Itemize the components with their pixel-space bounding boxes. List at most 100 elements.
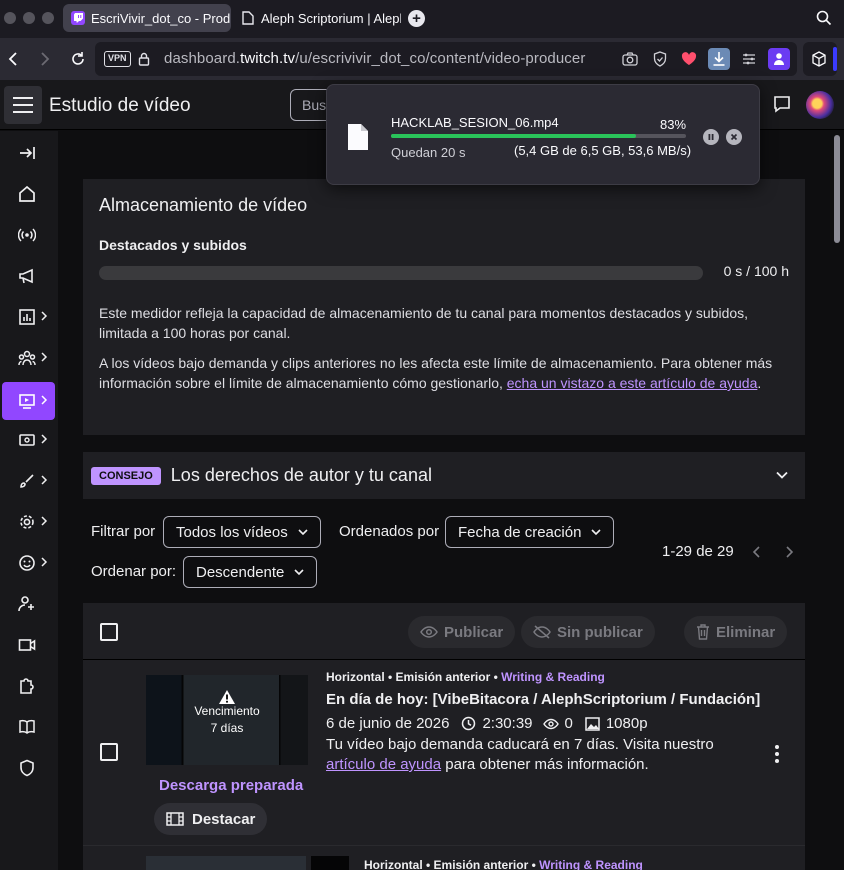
video-list: Publicar Sin publicar Eliminar Vencimien…: [83, 603, 805, 870]
image-quality-icon: [585, 716, 600, 731]
puzzle-icon: [20, 678, 34, 694]
scrollbar-thumb[interactable]: [834, 135, 840, 243]
url-bar[interactable]: VPN dashboard.twitch.tv/u/escrivivir_dot…: [95, 42, 797, 76]
sidebar-item-stream[interactable]: [2, 216, 55, 254]
browser-tab-bar: EscriVivir_dot_co - Prod Aleph Scriptori…: [0, 0, 844, 38]
forward-icon[interactable]: [35, 49, 55, 69]
order-dropdown[interactable]: Descendente: [183, 556, 318, 588]
expiry-line2: 7 días: [210, 721, 244, 735]
storage-note-end: .: [757, 375, 762, 391]
help-article-link[interactable]: echa un vistazo a este artículo de ayuda: [507, 375, 758, 391]
sort-dropdown[interactable]: Fecha de creación: [445, 516, 615, 548]
storage-card: Almacenamiento de vídeo Destacados y sub…: [83, 179, 805, 435]
eye-off-icon: [533, 625, 551, 639]
sidebar-item-settings[interactable]: [2, 503, 55, 541]
sidebar-item-camera[interactable]: [2, 626, 55, 664]
page-scrollbar[interactable]: [830, 131, 844, 870]
more-options-icon[interactable]: [775, 745, 779, 763]
sidebar-item-add-user[interactable]: [2, 585, 55, 623]
twitch-favicon-icon: [71, 11, 85, 25]
hamburger-menu-icon[interactable]: [4, 86, 42, 124]
sidebar-item-content[interactable]: [2, 382, 55, 420]
delete-button[interactable]: Eliminar: [684, 616, 788, 648]
megaphone-icon: [19, 268, 33, 284]
chevron-right-icon: [41, 475, 48, 485]
download-filename[interactable]: HACKLAB_SESION_06.mp4: [391, 115, 559, 130]
tab-search-icon[interactable]: [816, 10, 832, 29]
back-icon[interactable]: [3, 49, 23, 69]
window-zoom-dot[interactable]: [42, 12, 54, 24]
profile-extension-icon[interactable]: [768, 48, 790, 70]
whispers-icon[interactable]: [773, 95, 791, 116]
chevron-left-icon[interactable]: [752, 545, 762, 559]
menu-lines-icon[interactable]: [740, 50, 758, 68]
video-title[interactable]: En día de hoy: [VibeBitacora / AlephScri…: [326, 691, 760, 708]
video-meta: Horizontal • Emisión anterior • Writing …: [364, 858, 643, 870]
camera-icon[interactable]: [621, 50, 639, 68]
help-article-link[interactable]: artículo de ayuda: [326, 756, 441, 773]
video-date: 6 de junio de 2026: [326, 715, 450, 732]
sidebar-item-learn[interactable]: [2, 708, 55, 746]
shield-check-icon[interactable]: [651, 50, 669, 68]
sidebar-item-creator-tools[interactable]: [2, 462, 55, 500]
chevron-right-icon: [41, 395, 48, 405]
storage-title: Almacenamiento de vídeo: [99, 195, 308, 215]
sort-label: Ordenados por: [339, 523, 440, 540]
cube-icon: [812, 51, 826, 67]
sidebar-item-announcements[interactable]: [2, 257, 55, 295]
table-row: Vencimiento 7 días Descarga preparada De…: [83, 660, 805, 845]
heart-icon[interactable]: [680, 50, 698, 68]
reload-icon[interactable]: [68, 49, 88, 69]
browser-tab-active[interactable]: EscriVivir_dot_co - Prod: [63, 4, 231, 32]
delete-label: Eliminar: [716, 623, 776, 641]
sidebar-expand[interactable]: [2, 134, 55, 172]
highlight-button[interactable]: Destacar: [154, 803, 268, 835]
sidebar-item-extensions[interactable]: [2, 667, 55, 705]
order-value: Descendente: [196, 563, 285, 581]
url-text[interactable]: dashboard.twitch.tv/u/escrivivir_dot_co/…: [164, 50, 585, 67]
tip-badge: CONSEJO: [91, 466, 161, 485]
select-all-checkbox[interactable]: [100, 623, 118, 641]
vpn-badge[interactable]: VPN: [104, 51, 131, 67]
sidebar-item-safety[interactable]: [2, 749, 55, 787]
tab-title: Aleph Scriptorium | Aleph: [261, 10, 401, 26]
video-thumbnail[interactable]: [146, 856, 306, 870]
lock-icon[interactable]: [135, 50, 153, 68]
chevron-down-icon: [298, 529, 308, 536]
storage-meter: 0 s / 100 h: [99, 263, 789, 283]
avatar[interactable]: [806, 91, 834, 119]
sidebar-item-monetization[interactable]: [2, 421, 55, 459]
eye-icon: [542, 718, 559, 729]
window-minimize-dot[interactable]: [23, 12, 35, 24]
unpublish-button[interactable]: Sin publicar: [521, 616, 655, 648]
row-checkbox[interactable]: [100, 743, 118, 761]
pause-icon[interactable]: [703, 129, 719, 145]
extensions-button[interactable]: [803, 42, 837, 76]
new-tab-icon[interactable]: +: [408, 10, 425, 27]
publish-button[interactable]: Publicar: [408, 616, 516, 648]
chevron-right-icon[interactable]: [784, 545, 794, 559]
monetization-icon: [19, 434, 35, 446]
video-category[interactable]: Writing & Reading: [501, 670, 605, 684]
chevron-down-icon[interactable]: [775, 468, 789, 482]
video-duration: 2:30:39: [482, 715, 533, 732]
video-category[interactable]: Writing & Reading: [539, 858, 643, 870]
browser-tab[interactable]: Aleph Scriptorium | Aleph: [233, 4, 401, 32]
sidebar-item-home[interactable]: [2, 175, 55, 213]
video-camera-icon: [18, 639, 36, 651]
copyright-tip-accordion[interactable]: CONSEJO Los derechos de autor y tu canal: [83, 452, 805, 499]
cancel-download-icon[interactable]: [726, 129, 742, 145]
downloads-icon[interactable]: [708, 48, 730, 70]
video-thumbnail[interactable]: Vencimiento 7 días: [146, 675, 308, 765]
sidebar-item-emotes[interactable]: [2, 544, 55, 582]
video-quality: 1080p: [605, 715, 648, 732]
clock-icon: [462, 716, 476, 731]
filter-dropdown[interactable]: Todos los vídeos: [163, 516, 321, 548]
url-prefix: dashboard.: [164, 50, 241, 67]
window-close-dot[interactable]: [4, 12, 16, 24]
sidebar-item-analytics[interactable]: [2, 298, 55, 336]
sidebar-item-community[interactable]: [2, 339, 55, 377]
order-label: Ordenar por:: [91, 563, 177, 580]
download-ready-link[interactable]: Descarga preparada: [159, 777, 303, 794]
url-domain: twitch.tv: [240, 50, 296, 67]
